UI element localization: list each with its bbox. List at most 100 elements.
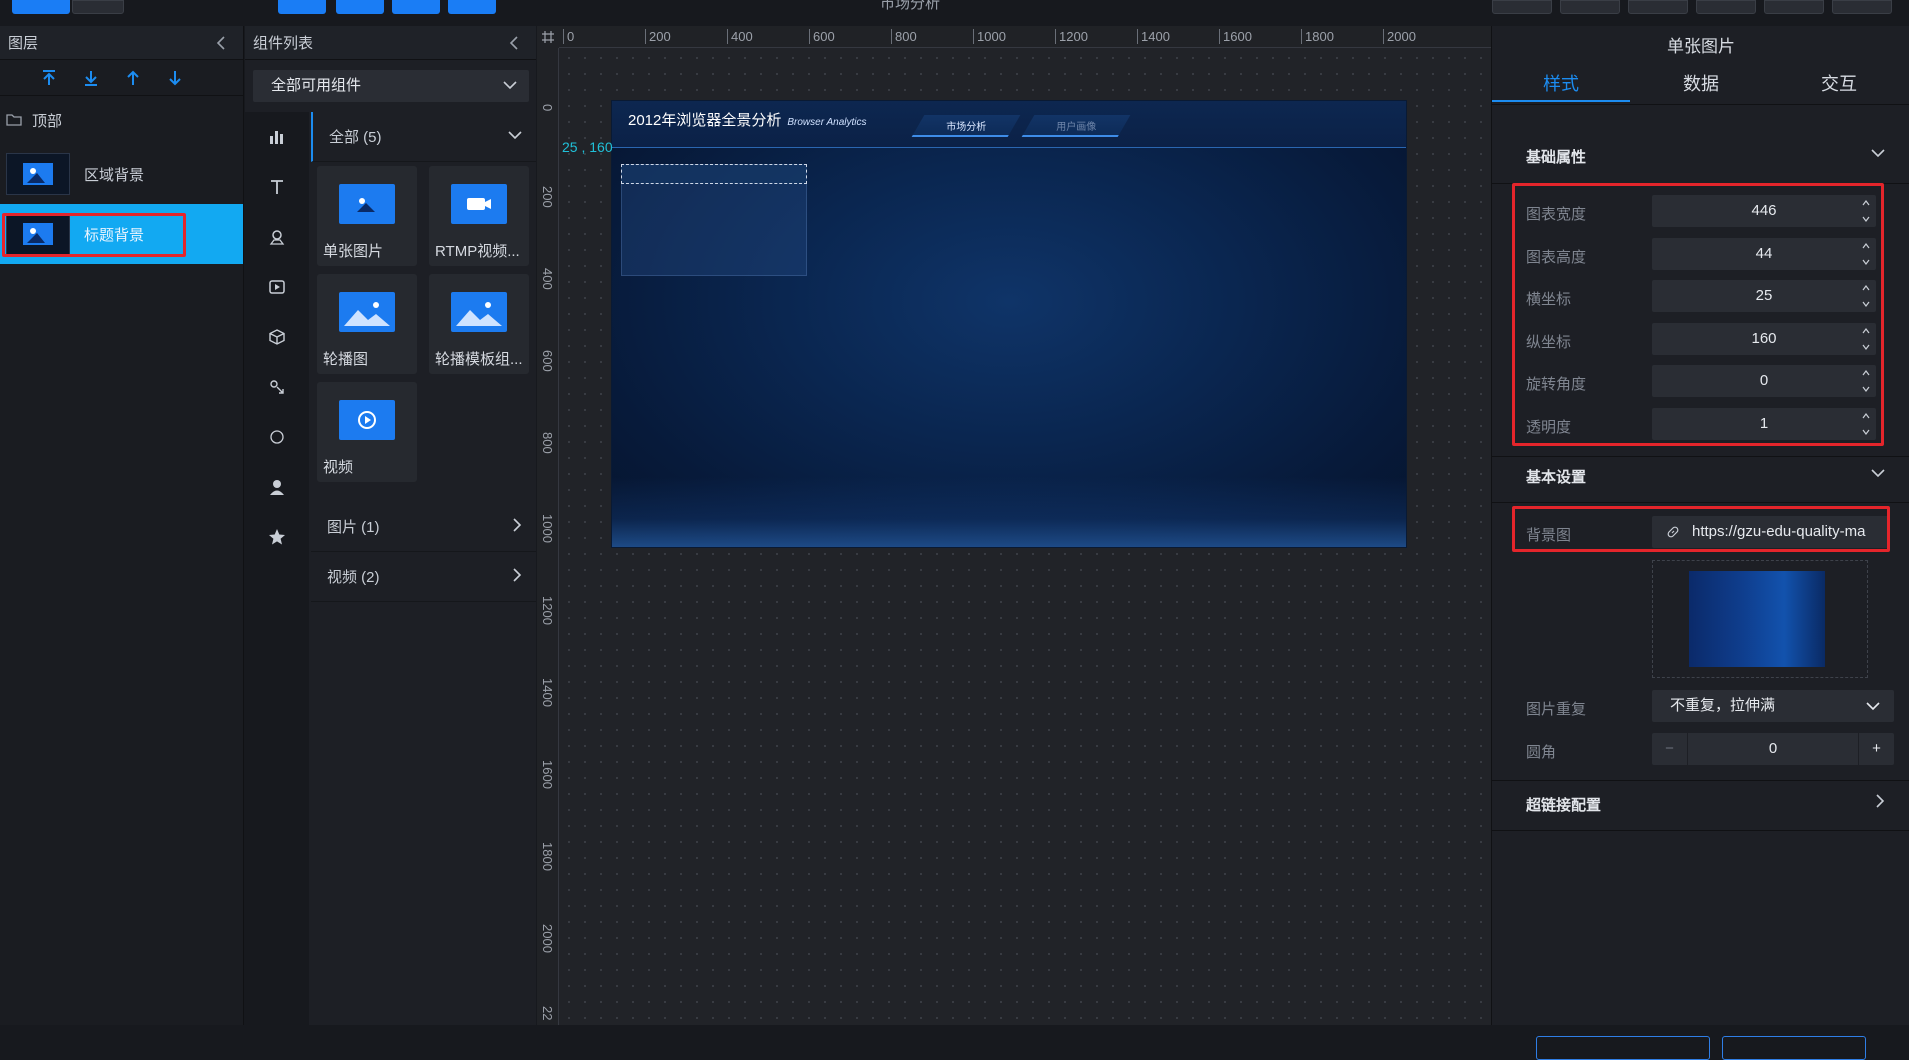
tab-data[interactable]: 数据 [1632,70,1770,102]
layers-toggle-button[interactable] [278,0,326,14]
star-icon[interactable] [245,512,309,562]
layer-group-top[interactable]: 顶部 [0,96,243,144]
layout-toggle-button[interactable] [392,0,440,14]
layer-item-title-bg[interactable]: 标题背景 [0,204,243,264]
preview-toggle-button[interactable] [72,0,124,14]
components-title: 组件列表 [253,35,314,52]
edit-button[interactable] [12,0,70,14]
user-icon[interactable] [245,462,309,512]
ruler-tick-label: 1200 [540,596,555,625]
landscape-icon [339,292,395,332]
group-label: 视频 (2) [327,569,380,586]
properties-title: 单张图片 [1667,37,1735,56]
ruler-tick-label: 800 [891,29,917,44]
field-value: 0 [1768,740,1778,757]
ruler-tick-label: 1400 [1137,29,1170,44]
properties-panel: 单张图片 样式 数据 交互 基础属性 图表宽度 446 图表高度 44 横坐标 … [1491,26,1909,1060]
ruler-tick-label: 600 [540,350,555,372]
move-up-icon[interactable] [124,69,142,87]
ruler-tick-label: 0 [540,104,555,112]
components-header: 组件列表 [245,26,536,60]
annotation-box [1512,506,1890,552]
top-toolbar: 市场分析 [0,0,1909,26]
tile-video[interactable]: 视频 [317,382,417,482]
background-preview[interactable] [1652,560,1868,678]
component-filter-select[interactable]: 全部可用组件 [253,70,529,102]
tab-interaction[interactable]: 交互 [1770,70,1908,102]
layer-thumbnail [6,153,70,195]
components-toggle-button[interactable] [336,0,384,14]
ruler-tick-label: 1600 [1219,29,1252,44]
tile-carousel-template[interactable]: 轮播模板组... [429,274,529,374]
collapse-icon[interactable] [215,35,227,51]
section-basic-settings[interactable]: 基本设置 [1526,466,1586,487]
tile-carousel[interactable]: 轮播图 [317,274,417,374]
corner-radius-stepper[interactable]: − 0 + [1652,733,1894,765]
cube-icon[interactable] [245,312,309,362]
ruler-tick-label: 600 [809,29,835,44]
field-corner-radius: 圆角 − 0 + [1526,733,1894,765]
components-panel: 组件列表 全部可用组件 全部 (5) 单张图片 RTMP视频... 轮播图 轮播… [245,26,536,1025]
component-category-bar [245,112,309,1025]
media-icon[interactable] [245,262,309,312]
move-to-top-icon[interactable] [40,69,58,87]
save-icon[interactable] [1832,0,1892,14]
image-repeat-select[interactable]: 不重复，拉伸满 [1652,690,1894,722]
move-down-icon[interactable] [166,69,184,87]
eye-icon[interactable] [1492,0,1552,14]
move-to-bottom-icon[interactable] [82,69,100,87]
tile-label: 单张图片 [323,243,384,260]
tile-label: RTMP视频... [435,243,520,260]
field-label: 圆角 [1526,744,1557,761]
background-thumbnail [1689,571,1825,667]
record-icon[interactable] [1560,0,1620,14]
ruler-tick-label: 400 [727,29,753,44]
ruler-tick-label: 1000 [540,514,555,543]
collapse-icon[interactable] [508,35,520,51]
landscape-icon [451,292,507,332]
interaction-icon[interactable] [245,362,309,412]
screen-header[interactable]: 2012年浏览器全景分析 Browser Analytics 市场分析 用户画像 [612,101,1406,148]
pin-icon[interactable] [1628,0,1688,14]
annotation-box [1512,183,1884,446]
chart-icon[interactable] [245,112,309,162]
layers-panel: 图层 顶部 区域背景 标题背景 [0,26,244,1025]
tile-single-image[interactable]: 单张图片 [317,166,417,266]
minus-icon[interactable]: − [1652,733,1688,765]
layers-title: 图层 [8,35,39,52]
tab-style[interactable]: 样式 [1492,70,1630,102]
ruler-tick-label: 2000 [1383,29,1416,44]
screen-tab-label: 用户画像 [1056,121,1097,133]
play-icon [339,400,395,440]
map-icon[interactable] [245,212,309,262]
chevron-right-icon[interactable] [1875,794,1885,808]
ruler-vertical: 0 200 400 600 800 1000 1200 1400 1600 1800 2000 22 [537,48,559,1025]
screen-tab-user[interactable]: 用户画像 [1021,115,1131,137]
circle-icon[interactable] [245,412,309,462]
editor-canvas[interactable]: 0 200 400 600 800 1000 1200 1400 1600 1800 2000 0 2… [537,26,1491,1025]
copy-button[interactable] [1536,1036,1710,1060]
section-hyperlink[interactable]: 超链接配置 [1526,794,1601,815]
tile-label: 轮播模板组... [435,351,523,368]
layer-order-tools [0,60,243,96]
monitor-icon[interactable] [1764,0,1824,14]
section-basic-properties[interactable]: 基础属性 [1526,146,1586,167]
ruler-corner[interactable] [537,26,559,48]
ruler-tick-label: 800 [540,432,555,454]
group-video[interactable]: 视频 (2) [311,552,536,602]
database-toggle-button[interactable] [448,0,496,14]
selected-title-element[interactable] [621,164,807,184]
group-all[interactable]: 全部 (5) [311,112,536,162]
info-icon[interactable] [1696,0,1756,14]
group-image[interactable]: 图片 (1) [311,502,536,552]
chevron-down-icon[interactable] [1871,148,1885,158]
text-icon[interactable] [245,162,309,212]
plus-icon[interactable]: + [1858,733,1894,765]
layer-item-area-bg[interactable]: 区域背景 [0,144,243,204]
chevron-down-icon[interactable] [1871,468,1885,478]
tile-rtmp-video[interactable]: RTMP视频... [429,166,529,266]
paste-style-button[interactable] [1722,1036,1866,1060]
screen-tab-market[interactable]: 市场分析 [911,115,1021,137]
component-filter-value: 全部可用组件 [271,77,362,94]
ruler-tick-label: 22 [540,1006,555,1021]
